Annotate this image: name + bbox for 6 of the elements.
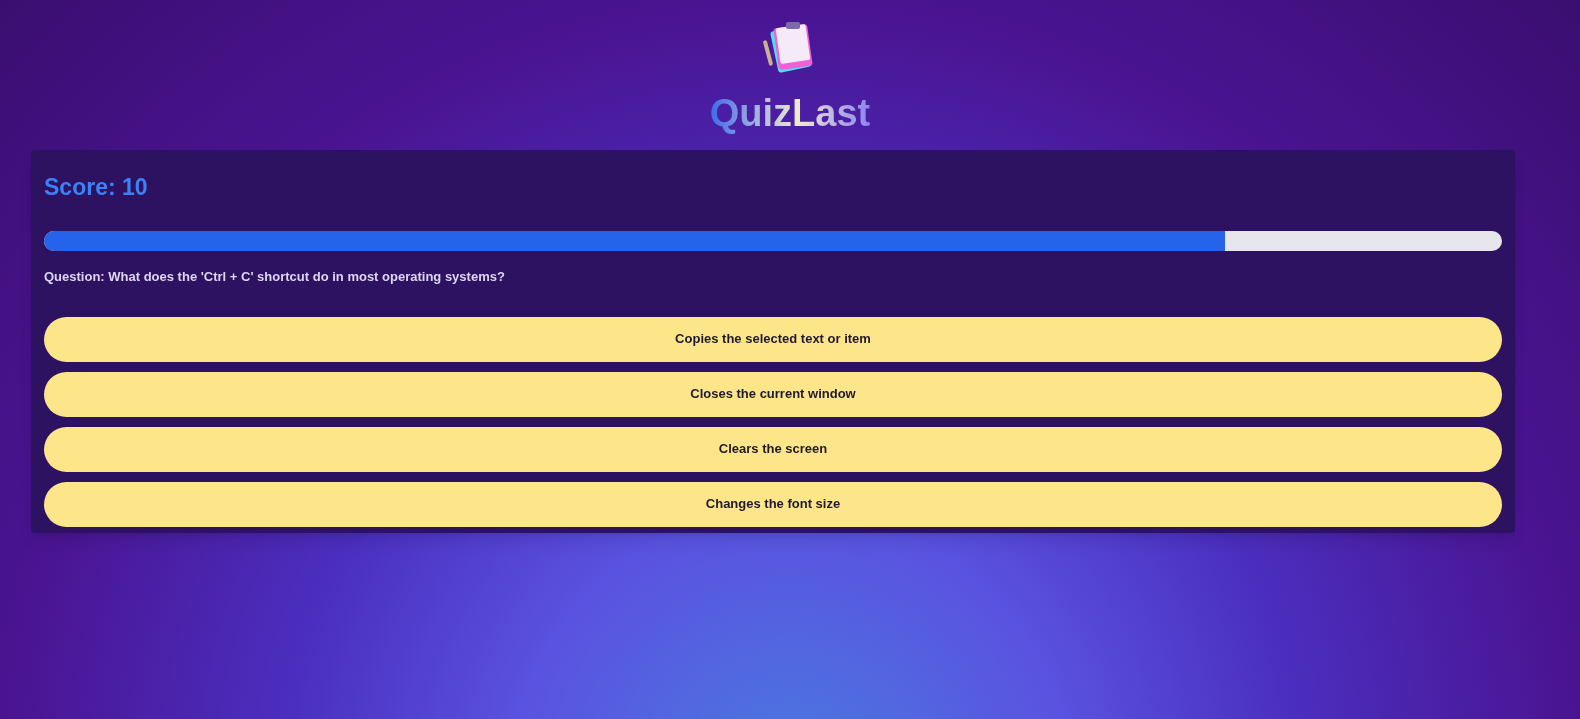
answer-button[interactable]: Clears the screen [44, 426, 1502, 472]
question-text: Question: What does the 'Ctrl + C' shortcut do in most operating systems? [44, 268, 506, 286]
answer-button[interactable]: Copies the selected text or item [44, 316, 1502, 362]
score-text: Score: 10 [44, 172, 149, 202]
answer-button[interactable]: Closes the current window [44, 371, 1502, 417]
answer-button[interactable]: Changes the font size [44, 481, 1502, 527]
